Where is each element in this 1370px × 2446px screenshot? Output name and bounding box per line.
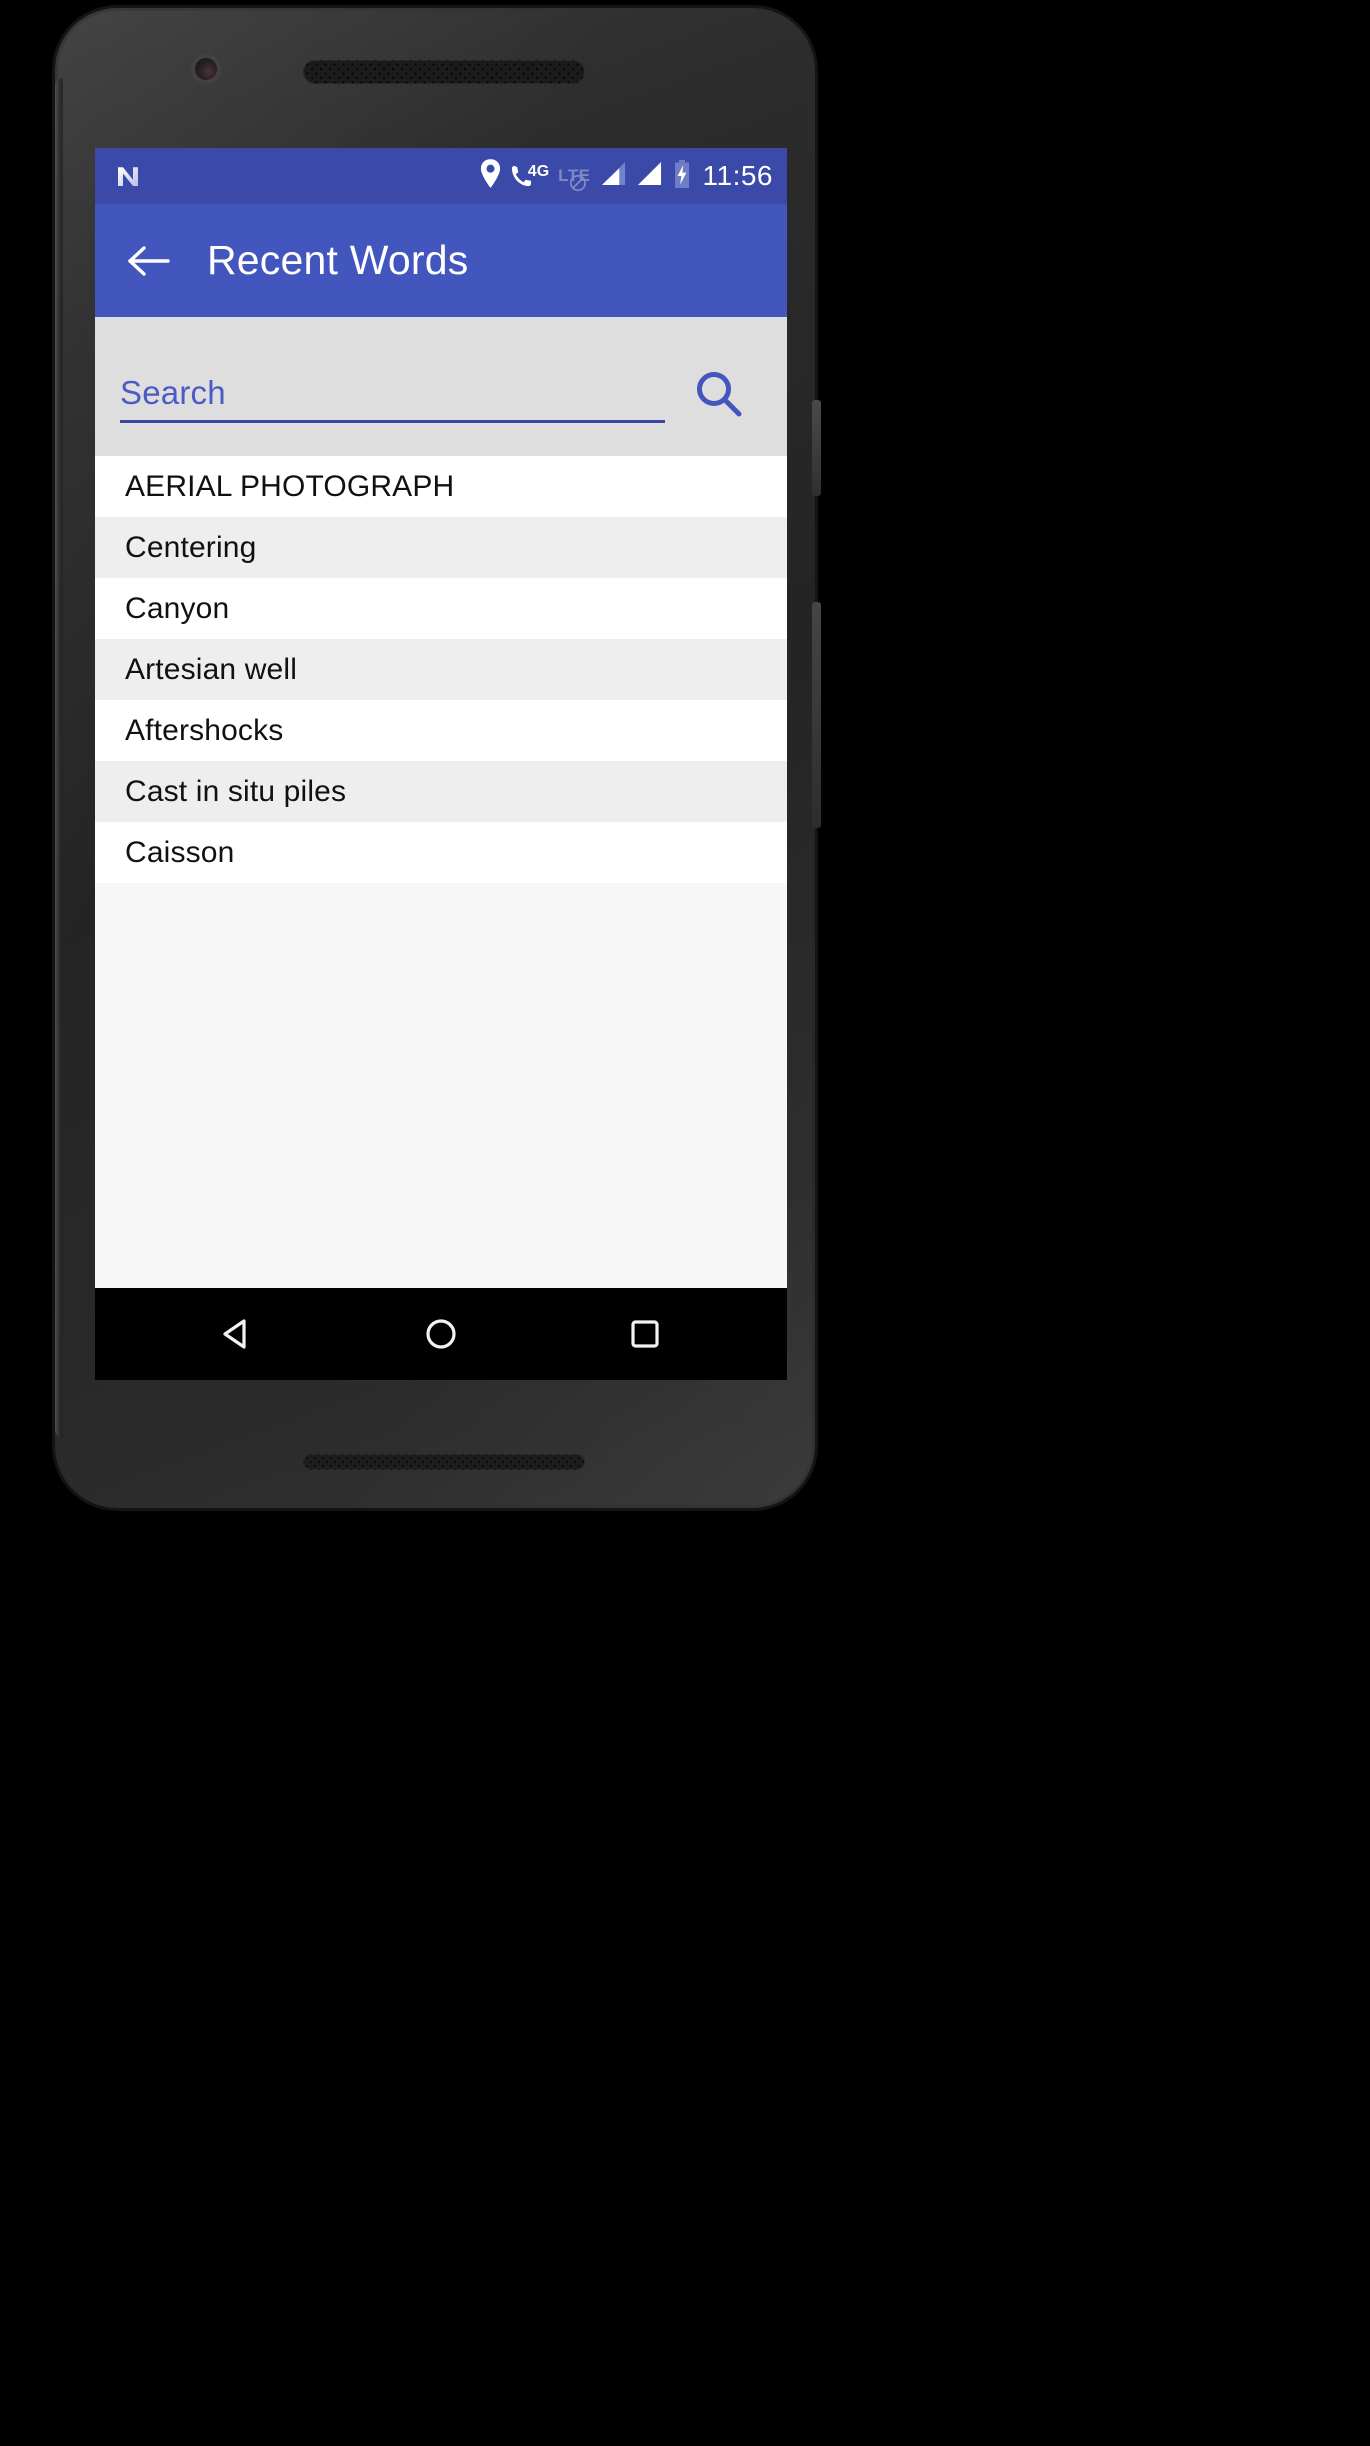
back-arrow-icon[interactable] (125, 237, 173, 285)
signal-bars-icon-2 (636, 161, 663, 191)
list-item-label: Cast in situ piles (125, 774, 347, 808)
network-type-4g-label: 4G (527, 163, 550, 180)
android-navigation-bar (95, 1288, 787, 1380)
list-item-label: Artesian well (125, 652, 298, 686)
page-title: Recent Words (207, 237, 469, 283)
search-icon[interactable] (681, 356, 757, 432)
volume-button[interactable] (812, 602, 821, 828)
nav-recents-icon[interactable] (600, 1289, 690, 1379)
signal-bars-icon-1 (600, 161, 627, 191)
list-item[interactable]: Cast in situ piles (95, 761, 787, 822)
list-item[interactable]: Aftershocks (95, 700, 787, 761)
list-item-label: Aftershocks (125, 713, 284, 747)
list-empty-area (95, 883, 787, 1288)
android-nougat-logo-icon (113, 161, 143, 191)
nav-back-icon[interactable] (192, 1289, 282, 1379)
phone-screen: 4G LTE 11:56 Recent Words Search AERIAL … (95, 148, 787, 1380)
list-item[interactable]: Centering (95, 517, 787, 578)
search-input[interactable]: Search (120, 374, 665, 423)
list-item[interactable]: Caisson (95, 822, 787, 883)
list-item[interactable]: Artesian well (95, 639, 787, 700)
app-bar: Recent Words (95, 204, 787, 317)
phone-device: 4G LTE 11:56 Recent Words Search AERIAL … (55, 8, 821, 1508)
bottom-speaker-icon (303, 1454, 585, 1470)
list-item-label: AERIAL PHOTOGRAPH (125, 469, 455, 503)
list-item-label: Canyon (125, 591, 230, 625)
search-input-underline (120, 420, 665, 423)
status-bar: 4G LTE 11:56 (95, 148, 787, 204)
recent-words-list[interactable]: AERIAL PHOTOGRAPH Centering Canyon Artes… (95, 456, 787, 1288)
list-item-label: Centering (125, 530, 257, 564)
search-bar-container: Search (95, 317, 787, 456)
lte-no-data-icon: LTE (558, 166, 590, 192)
earpiece-speaker-icon (303, 60, 585, 84)
list-item[interactable]: AERIAL PHOTOGRAPH (95, 456, 787, 517)
front-camera-icon (195, 58, 217, 80)
location-pin-icon (479, 159, 502, 193)
nav-home-icon[interactable] (396, 1289, 486, 1379)
list-item-label: Caisson (125, 835, 235, 869)
status-icon-group: 4G LTE (479, 159, 692, 193)
list-item[interactable]: Canyon (95, 578, 787, 639)
status-bar-clock: 11:56 (702, 160, 773, 191)
phone-4g-icon: 4G (511, 163, 549, 189)
power-button[interactable] (812, 400, 821, 496)
device-left-edge (55, 78, 63, 1438)
no-data-slash-icon (569, 174, 587, 197)
battery-charging-icon (672, 159, 692, 193)
search-input-placeholder: Search (120, 374, 226, 411)
